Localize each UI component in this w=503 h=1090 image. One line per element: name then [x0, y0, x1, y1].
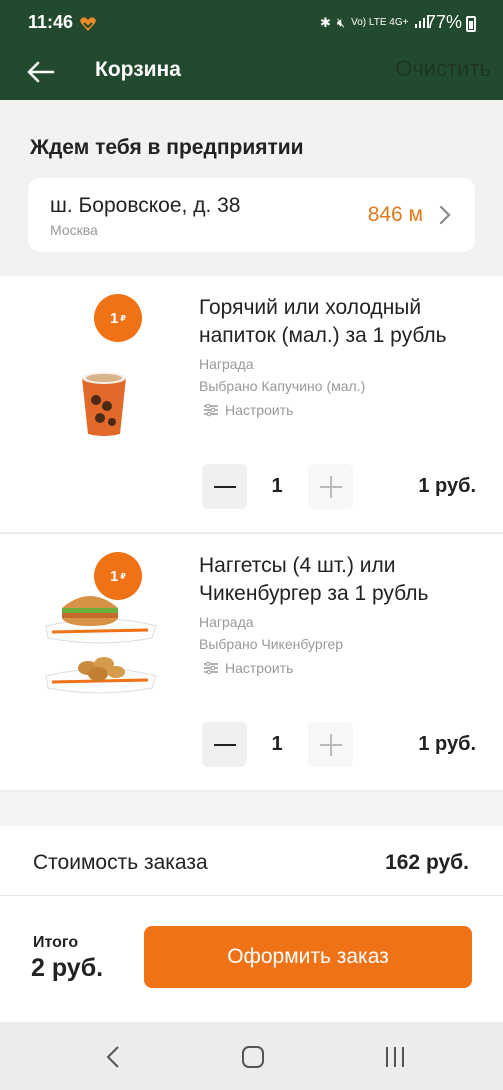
sliders-icon: [204, 403, 218, 417]
checkout-button[interactable]: Оформить заказ: [144, 926, 472, 988]
pickup-section: Ждем тебя в предприятии ш. Боровское, д.…: [0, 100, 503, 276]
back-button[interactable]: [22, 54, 58, 90]
order-cost-label: Стоимость заказа: [33, 851, 208, 874]
system-back-button[interactable]: [98, 1042, 128, 1072]
chevron-right-icon: [439, 205, 451, 225]
total-label: Итого: [33, 934, 79, 951]
item-selection: Выбрано Чикенбургер: [199, 636, 344, 652]
home-icon: [242, 1046, 264, 1068]
status-icons: ✱ 🔇︎ Vo) LTE 4G+: [320, 14, 430, 31]
sliders-icon: [204, 661, 218, 675]
restaurant-address-card[interactable]: ш. Боровское, д. 38 Москва 846 м: [28, 178, 475, 252]
plus-icon: [319, 475, 342, 498]
restaurant-city: Москва: [50, 222, 98, 238]
app-notification-icon: [78, 14, 98, 34]
configure-label: Настроить: [225, 402, 294, 418]
order-summary: Стоимость заказа 162 руб.: [0, 826, 503, 896]
quantity-value: 1: [271, 475, 283, 497]
total-value: 2 руб.: [31, 954, 104, 982]
restaurant-street: ш. Боровское, д. 38: [50, 194, 241, 217]
decrease-quantity-button[interactable]: [202, 464, 247, 509]
page-title: Корзина: [95, 58, 181, 81]
mute-icon: 🔇︎: [336, 14, 346, 30]
increase-quantity-button[interactable]: [308, 722, 353, 767]
arrow-left-icon: [27, 61, 55, 83]
status-bar: 11:46 ✱ 🔇︎ Vo) LTE 4G+ 77%: [0, 0, 503, 48]
battery-icon: [466, 16, 476, 32]
configure-label: Настроить: [225, 660, 294, 676]
configure-button[interactable]: Настроить: [203, 402, 293, 418]
cart-item: 1 ₽ Наггетсы (4 шт.) или Чикенбургер за 1…: [0, 534, 503, 792]
section-divider: [0, 794, 503, 826]
item-price: 1 руб.: [418, 475, 476, 497]
item-type: Награда: [199, 614, 254, 630]
bluetooth-icon: ✱: [320, 14, 331, 30]
battery-percentage: 77%: [426, 12, 463, 32]
network-label: Vo) LTE 4G+: [351, 17, 409, 28]
price-badge: 1 ₽: [94, 552, 142, 600]
app-bar: Корзина Очистить: [0, 48, 503, 100]
top-bar: 11:46 ✱ 🔇︎ Vo) LTE 4G+ 77% Корзина Очист…: [0, 0, 503, 100]
item-name: Горячий или холодный напиток (мал.) за 1…: [199, 296, 447, 347]
cart-items-list: 1 ₽ Горячий или холодный напиток (мал.) з…: [0, 276, 503, 792]
minus-icon: [213, 743, 236, 746]
cart-item: 1 ₽ Горячий или холодный напиток (мал.) з…: [0, 276, 503, 534]
decrease-quantity-button[interactable]: [202, 722, 247, 767]
clear-cart-button[interactable]: Очистить: [395, 56, 491, 82]
minus-icon: [213, 485, 236, 488]
checkout-footer: Итого 2 руб. Оформить заказ: [0, 896, 503, 1022]
configure-button[interactable]: Настроить: [203, 660, 293, 676]
chevron-left-icon: [106, 1046, 119, 1068]
status-time: 11:46: [28, 12, 74, 32]
price-badge: 1 ₽: [94, 294, 142, 342]
recents-icon: [386, 1047, 404, 1067]
quantity-value: 1: [271, 733, 283, 755]
system-recents-button[interactable]: [380, 1042, 410, 1072]
item-name: Наггетсы (4 шт.) или Чикенбургер за 1 ру…: [199, 554, 429, 605]
item-price: 1 руб.: [418, 733, 476, 755]
order-cost-value: 162 руб.: [385, 851, 469, 874]
restaurant-distance: 846 м: [367, 203, 423, 226]
item-selection: Выбрано Капучино (мал.): [199, 378, 366, 394]
system-navigation-bar: [0, 1022, 503, 1090]
pickup-heading: Ждем тебя в предприятии: [30, 136, 304, 159]
plus-icon: [319, 733, 342, 756]
increase-quantity-button[interactable]: [308, 464, 353, 509]
item-type: Награда: [199, 356, 254, 372]
system-home-button[interactable]: [238, 1042, 268, 1072]
